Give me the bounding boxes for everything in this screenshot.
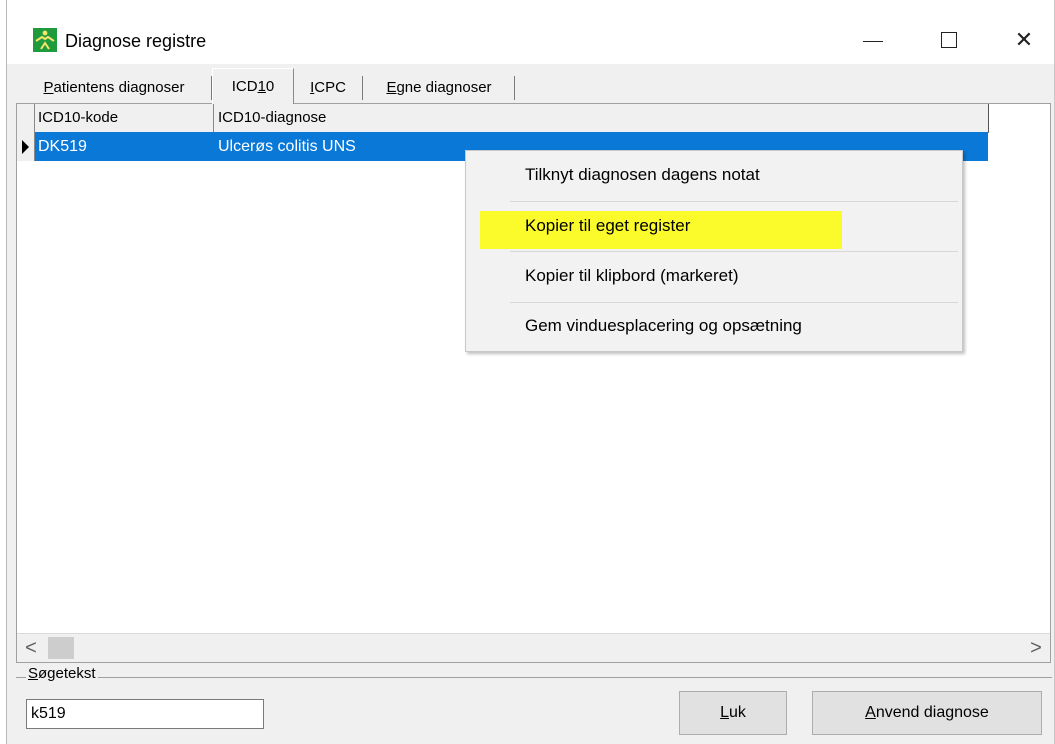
menu-item-copy-to-clipboard[interactable]: Kopier til klipbord (markeret) (466, 257, 962, 297)
column-header-code[interactable]: ICD10-kode (34, 104, 214, 132)
row-indicator (17, 132, 35, 161)
tab-icpc[interactable]: I CPC (293, 72, 363, 102)
menu-item-label: Tilknyt diagnosen dagens notat (525, 165, 760, 184)
menu-item-copy-to-own-register[interactable]: Kopier til eget register (466, 207, 962, 249)
menu-item-save-window-layout[interactable]: Gem vinduesplacering og opsætning (466, 307, 962, 347)
search-label: Søgetekst (26, 665, 98, 682)
close-button[interactable]: Luk (679, 691, 787, 735)
window-title: Diagnose registre (65, 31, 207, 51)
current-row-arrow-icon (22, 140, 29, 154)
minimize-button[interactable] (850, 18, 896, 62)
scroll-right-arrow-icon[interactable]: > (1024, 634, 1048, 662)
scroll-thumb[interactable] (48, 637, 74, 659)
menu-item-link-to-note[interactable]: Tilknyt diagnosen dagens notat (466, 156, 962, 196)
minimize-icon (863, 40, 883, 42)
tab-separator (514, 76, 515, 100)
row-indicator-header (17, 104, 35, 132)
cell-code[interactable]: DK519 (34, 132, 214, 161)
tab-label: 0 (265, 78, 275, 95)
maximize-button[interactable] (926, 18, 972, 62)
search-input[interactable] (26, 699, 264, 729)
menu-item-label: Gem vinduesplacering og opsætning (525, 316, 802, 335)
button-accel: L (720, 704, 729, 721)
context-menu: Tilknyt diagnosen dagens notat Kopier ti… (465, 150, 963, 352)
menu-separator (510, 302, 958, 303)
menu-separator (510, 201, 958, 202)
search-group-line (16, 677, 1052, 678)
button-label: nvend diagnose (875, 704, 989, 721)
horizontal-scrollbar[interactable]: < > (17, 633, 1050, 662)
tab-label: atientens diagnoser (53, 78, 185, 96)
tab-accel: E (386, 78, 397, 96)
close-window-button[interactable]: ✕ (1001, 18, 1047, 62)
menu-item-label: Kopier til eget register (525, 216, 691, 235)
app-icon (33, 28, 57, 52)
tab-label: gne diagnoser (396, 78, 492, 96)
search-label-text: øgetekst (38, 665, 96, 682)
tab-accel: 1 (257, 78, 266, 95)
tab-label: CPC (314, 78, 346, 96)
apply-diagnosis-button[interactable]: Anvend diagnose (812, 691, 1042, 735)
menu-item-label: Kopier til klipbord (markeret) (525, 266, 739, 285)
tab-patientens-diagnoser[interactable]: Patientens diagnoser (16, 72, 212, 102)
tab-accel: P (43, 78, 54, 96)
maximize-icon (941, 32, 957, 48)
tab-icd10[interactable]: ICD 1 0 (212, 68, 294, 104)
search-label-accel: S (28, 665, 39, 682)
grid-header: ICD10-kode ICD10-diagnose (17, 104, 989, 133)
button-label: uk (729, 704, 746, 721)
column-header-diagnosis[interactable]: ICD10-diagnose (214, 104, 987, 132)
tab-label: ICD (231, 78, 258, 95)
close-icon: ✕ (1014, 27, 1034, 52)
scroll-left-arrow-icon[interactable]: < (19, 634, 43, 662)
button-accel: A (865, 704, 876, 721)
tab-egne-diagnoser[interactable]: Egne diagnoser (363, 72, 515, 102)
menu-separator (510, 251, 958, 252)
